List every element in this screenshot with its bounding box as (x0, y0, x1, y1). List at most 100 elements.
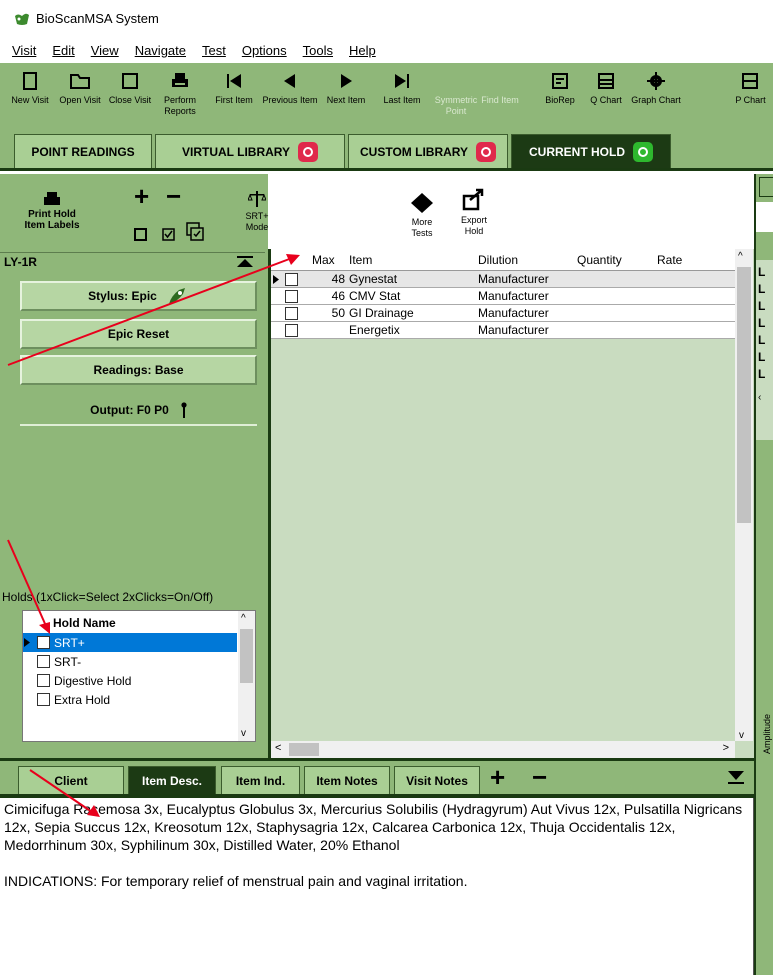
more-tests-button[interactable]: More Tests (404, 192, 440, 239)
first-item-icon (227, 74, 241, 88)
menu-visit[interactable]: Visit (12, 43, 36, 58)
tab-item-desc[interactable]: Item Desc. (128, 766, 216, 794)
column-dilution[interactable]: Dilution (478, 253, 518, 267)
chevron-left-icon[interactable]: < (275, 742, 281, 754)
epic-reset-button[interactable]: Epic Reset (20, 319, 257, 349)
chevron-down-icon[interactable]: v (241, 728, 246, 739)
menu-view[interactable]: View (91, 43, 119, 58)
open-visit-button[interactable]: Open Visit (52, 71, 108, 129)
hold-checkbox[interactable] (37, 655, 50, 668)
close-visit-button[interactable]: Close Visit (102, 71, 158, 129)
pin-icon (181, 402, 187, 418)
menu-tools[interactable]: Tools (303, 43, 333, 58)
chevron-up-icon[interactable]: ^ (241, 613, 246, 624)
q-chart-button[interactable]: Q Chart (578, 71, 634, 129)
hold-checkbox[interactable] (37, 636, 50, 649)
collapse-up-icon[interactable] (237, 256, 253, 268)
export-hold-button[interactable]: Export Hold (456, 188, 492, 237)
last-item-button[interactable]: Last Item (374, 71, 430, 129)
grid-horizontal-scrollbar[interactable]: < > (271, 741, 735, 758)
row-checkbox[interactable] (285, 290, 298, 303)
chevron-left-icon[interactable]: ‹ (758, 392, 761, 403)
table-row[interactable]: 48 Gynestat Manufacturer (271, 271, 735, 288)
unchecked-box-icon[interactable] (134, 228, 147, 241)
hold-checkbox[interactable] (37, 674, 50, 687)
previous-item-button[interactable]: Previous Item (262, 71, 318, 129)
title-bar: BioScanMSA System (0, 0, 773, 37)
list-item[interactable]: Extra Hold (23, 690, 237, 709)
chevron-up-icon[interactable]: ^ (738, 251, 743, 262)
export-icon (462, 188, 484, 211)
menu-help[interactable]: Help (349, 43, 376, 58)
scroll-thumb[interactable] (289, 743, 319, 756)
add-icon[interactable]: + (490, 763, 505, 791)
p-chart-button[interactable]: P Chart (728, 71, 773, 129)
list-item[interactable]: SRT- (23, 652, 237, 671)
perform-reports-button[interactable]: Perform Reports (152, 71, 208, 129)
menu-navigate[interactable]: Navigate (135, 43, 186, 58)
ingredients-text: Cimicifuga Racemosa 3x, Eucalyptus Globu… (4, 801, 743, 853)
chevron-down-icon[interactable]: v (739, 730, 744, 741)
menu-edit[interactable]: Edit (52, 43, 74, 58)
hold-toolbar: Print Hold Item Labels + − SRT+ Mode (0, 180, 269, 250)
output-status: Output: F0 P0 (20, 396, 257, 426)
graph-chart-button[interactable]: Graph Chart (628, 71, 684, 129)
grid-header: Max Item Dilution Quantity Rate (271, 249, 735, 271)
description-tabs: Client Item Desc. Item Ind. Item Notes V… (0, 758, 754, 798)
toggle-checks-icon[interactable] (186, 222, 204, 242)
holds-list: Hold Name SRT+ SRT- Digestive Hold Extra… (22, 610, 256, 742)
tab-virtual-library[interactable]: VIRTUAL LIBRARY (155, 134, 345, 168)
column-rate[interactable]: Rate (657, 253, 682, 267)
grid-vertical-scrollbar[interactable]: ^ v (735, 249, 753, 741)
tab-client[interactable]: Client (18, 766, 124, 794)
column-max[interactable]: Max (312, 253, 335, 267)
find-item-button[interactable]: Find Item (472, 71, 528, 129)
srt-mode-button[interactable]: SRT+ Mode (242, 190, 272, 233)
cell-max: 50 (331, 306, 345, 320)
right-side-panel: LLLLLLL ‹ Amplitude (754, 174, 773, 975)
record-icon (298, 141, 318, 162)
tab-item-ind[interactable]: Item Ind. (221, 766, 300, 794)
side-tab[interactable] (759, 177, 773, 197)
table-row[interactable]: 46 CMV Stat Manufacturer (271, 288, 735, 305)
location-header: LY-1R (0, 252, 265, 270)
chevron-right-icon[interactable]: > (723, 742, 729, 754)
next-item-button[interactable]: Next Item (318, 71, 374, 129)
scroll-thumb[interactable] (737, 267, 751, 523)
row-checkbox[interactable] (285, 307, 298, 320)
checked-box-icon[interactable] (162, 228, 175, 241)
row-checkbox[interactable] (285, 324, 298, 337)
last-item-icon (395, 74, 409, 88)
folder-open-icon (70, 74, 90, 89)
item-description[interactable]: Cimicifuga Racemosa 3x, Eucalyptus Globu… (0, 798, 754, 975)
hold-checkbox[interactable] (37, 693, 50, 706)
row-checkbox[interactable] (285, 273, 298, 286)
menu-options[interactable]: Options (242, 43, 287, 58)
tab-custom-library[interactable]: CUSTOM LIBRARY (348, 134, 508, 168)
tab-visit-notes[interactable]: Visit Notes (394, 766, 480, 794)
menu-test[interactable]: Test (202, 43, 226, 58)
remove-icon[interactable]: − (532, 763, 547, 791)
holds-caption: Holds (1xClick=Select 2xClicks=On/Off) (2, 590, 214, 604)
first-item-button[interactable]: First Item (206, 71, 262, 129)
list-item[interactable]: SRT+ (23, 633, 237, 652)
list-item[interactable]: Digestive Hold (23, 671, 237, 690)
print-hold-labels-button[interactable]: Print Hold Item Labels (20, 192, 84, 231)
table-row[interactable]: Energetix Manufacturer (271, 322, 735, 339)
scroll-thumb[interactable] (240, 629, 253, 683)
collapse-down-icon[interactable] (728, 771, 744, 785)
column-item[interactable]: Item (349, 253, 372, 267)
readings-button[interactable]: Readings: Base (20, 355, 257, 385)
stylus-button[interactable]: Stylus: Epic (20, 281, 257, 311)
holds-scrollbar[interactable]: ^ v (238, 611, 255, 741)
column-quantity[interactable]: Quantity (577, 253, 622, 267)
tab-point-readings[interactable]: POINT READINGS (14, 134, 152, 168)
add-icon[interactable]: + (134, 183, 149, 209)
new-visit-button[interactable]: New Visit (2, 71, 58, 129)
app-logo-icon (15, 13, 29, 25)
tab-item-notes[interactable]: Item Notes (304, 766, 390, 794)
remove-icon[interactable]: − (166, 183, 181, 209)
table-row[interactable]: 50 GI Drainage Manufacturer (271, 305, 735, 322)
tab-current-hold[interactable]: CURRENT HOLD (511, 134, 671, 168)
cell-item: GI Drainage (349, 306, 414, 320)
